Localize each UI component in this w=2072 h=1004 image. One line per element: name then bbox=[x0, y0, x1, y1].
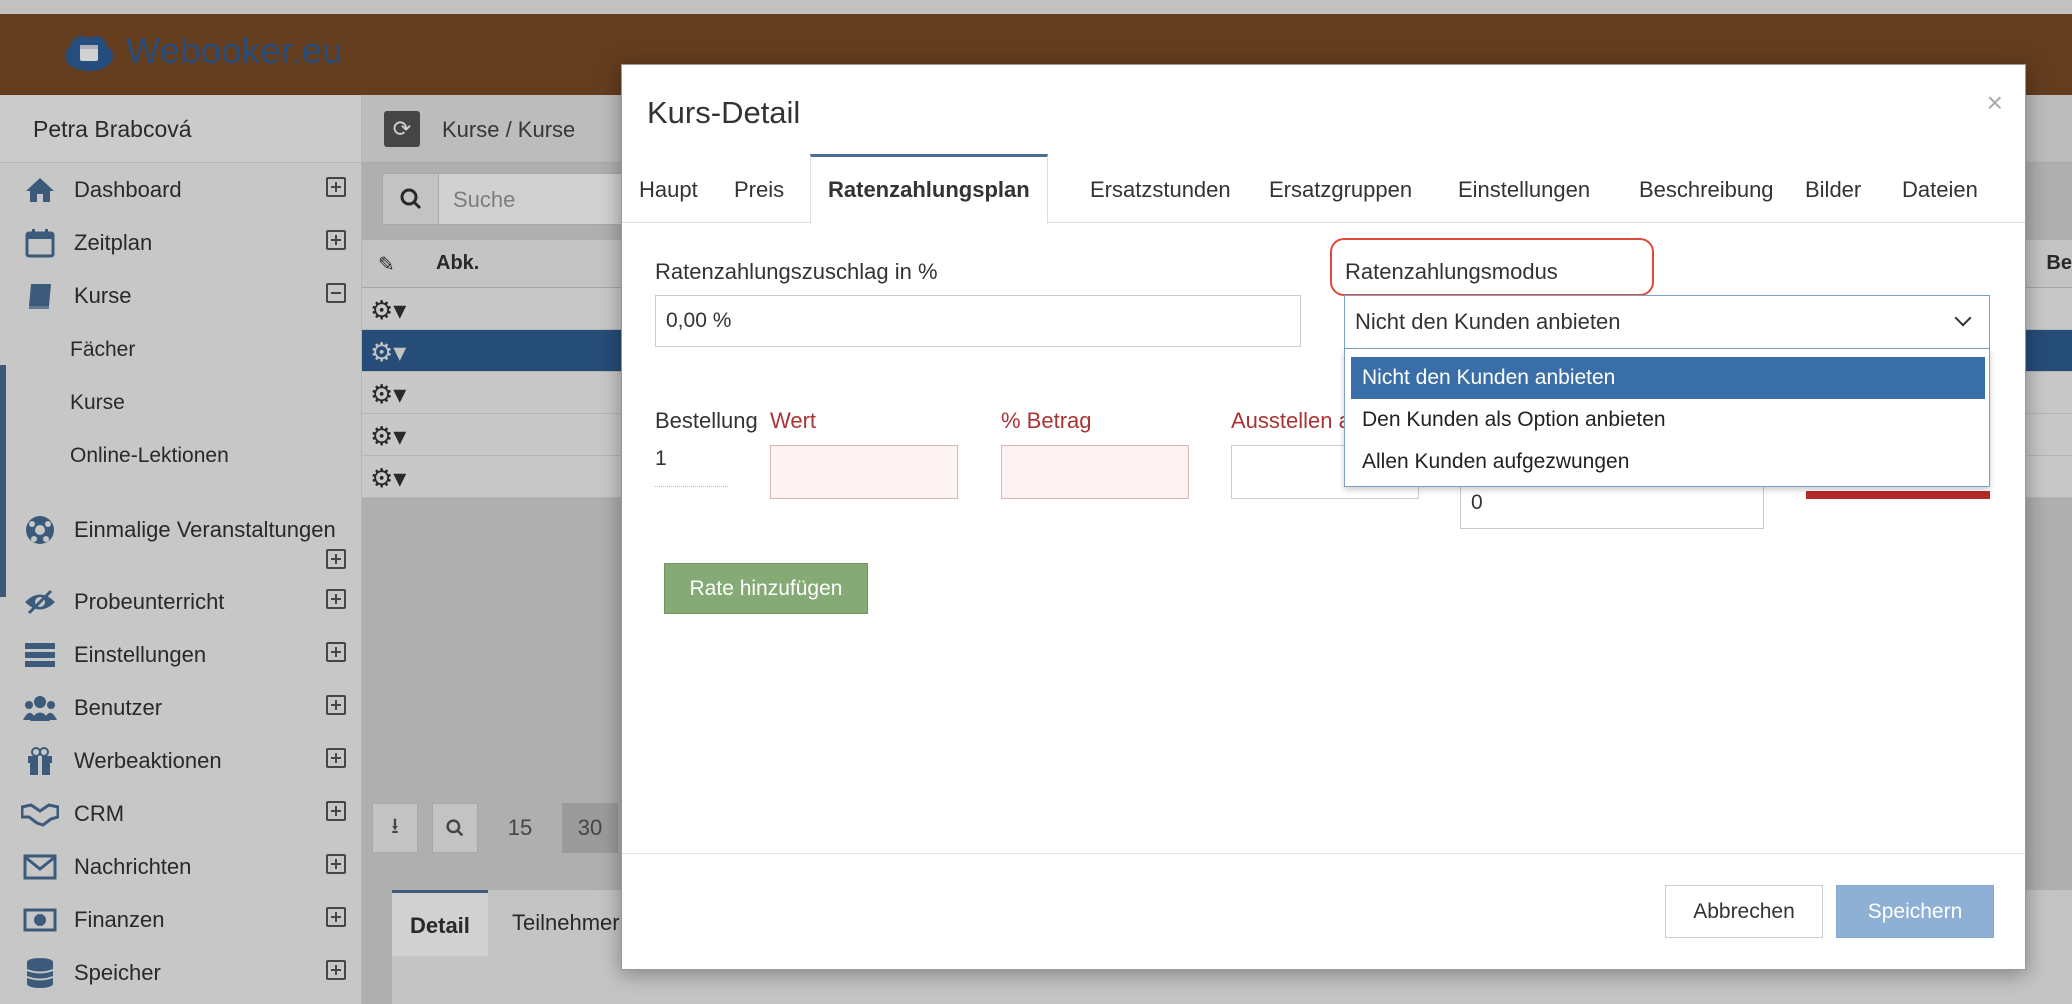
tab-einstellungen[interactable]: Einstellungen bbox=[1441, 157, 1607, 223]
tab-ersatzstunden[interactable]: Ersatzstunden bbox=[1073, 157, 1248, 223]
column-header-issue: Ausstellen a bbox=[1231, 408, 1351, 433]
save-button[interactable]: Speichern bbox=[1836, 885, 1994, 938]
option-forced[interactable]: Allen Kunden aufgezwungen bbox=[1351, 441, 1985, 483]
value-input[interactable] bbox=[770, 445, 958, 499]
cancel-button[interactable]: Abbrechen bbox=[1665, 885, 1823, 938]
mode-label: Ratenzahlungsmodus bbox=[1345, 259, 1558, 284]
tab-beschreibung[interactable]: Beschreibung bbox=[1622, 157, 1791, 223]
delete-rate-button[interactable] bbox=[1806, 491, 1990, 499]
column-header-value: Wert bbox=[770, 408, 817, 433]
column-header-order: Bestellung bbox=[655, 408, 758, 433]
tab-bilder[interactable]: Bilder bbox=[1788, 157, 1878, 223]
option-optional[interactable]: Den Kunden als Option anbieten bbox=[1351, 399, 1985, 441]
payment-mode-select[interactable]: Nicht den Kunden anbieten bbox=[1344, 295, 1990, 349]
payment-mode-dropdown: Nicht den Kunden anbieten Den Kunden als… bbox=[1344, 349, 1990, 487]
course-detail-modal: Kurs-Detail × Haupt Preis Ratenzahlungsp… bbox=[621, 64, 2026, 970]
payment-mode-selected: Nicht den Kunden anbieten bbox=[1355, 309, 1621, 334]
modal-tabs: Haupt Preis Ratenzahlungsplan Ersatzstun… bbox=[622, 154, 2025, 224]
close-icon[interactable]: × bbox=[1987, 87, 2003, 119]
surcharge-input[interactable]: 0,00 % bbox=[655, 295, 1301, 347]
tab-preis[interactable]: Preis bbox=[717, 157, 801, 223]
add-rate-button[interactable]: Rate hinzufügen bbox=[664, 563, 868, 614]
tab-ratenzahlungsplan[interactable]: Ratenzahlungsplan bbox=[810, 154, 1048, 224]
tab-ersatzgruppen[interactable]: Ersatzgruppen bbox=[1252, 157, 1429, 223]
order-number: 1 bbox=[655, 447, 728, 487]
tab-dateien[interactable]: Dateien bbox=[1885, 157, 1995, 223]
option-not-offered[interactable]: Nicht den Kunden anbieten bbox=[1351, 357, 1985, 399]
tab-haupt[interactable]: Haupt bbox=[622, 157, 715, 223]
column-header-amount: % Betrag bbox=[1001, 408, 1092, 433]
chevron-down-icon bbox=[1954, 309, 1972, 327]
due-days-value: 0 bbox=[1471, 491, 1483, 514]
modal-footer-divider bbox=[622, 853, 2025, 854]
surcharge-value: 0,00 % bbox=[666, 309, 732, 332]
modal-title: Kurs-Detail bbox=[647, 95, 801, 130]
amount-input[interactable] bbox=[1001, 445, 1189, 499]
surcharge-label: Ratenzahlungszuschlag in % bbox=[655, 259, 938, 284]
